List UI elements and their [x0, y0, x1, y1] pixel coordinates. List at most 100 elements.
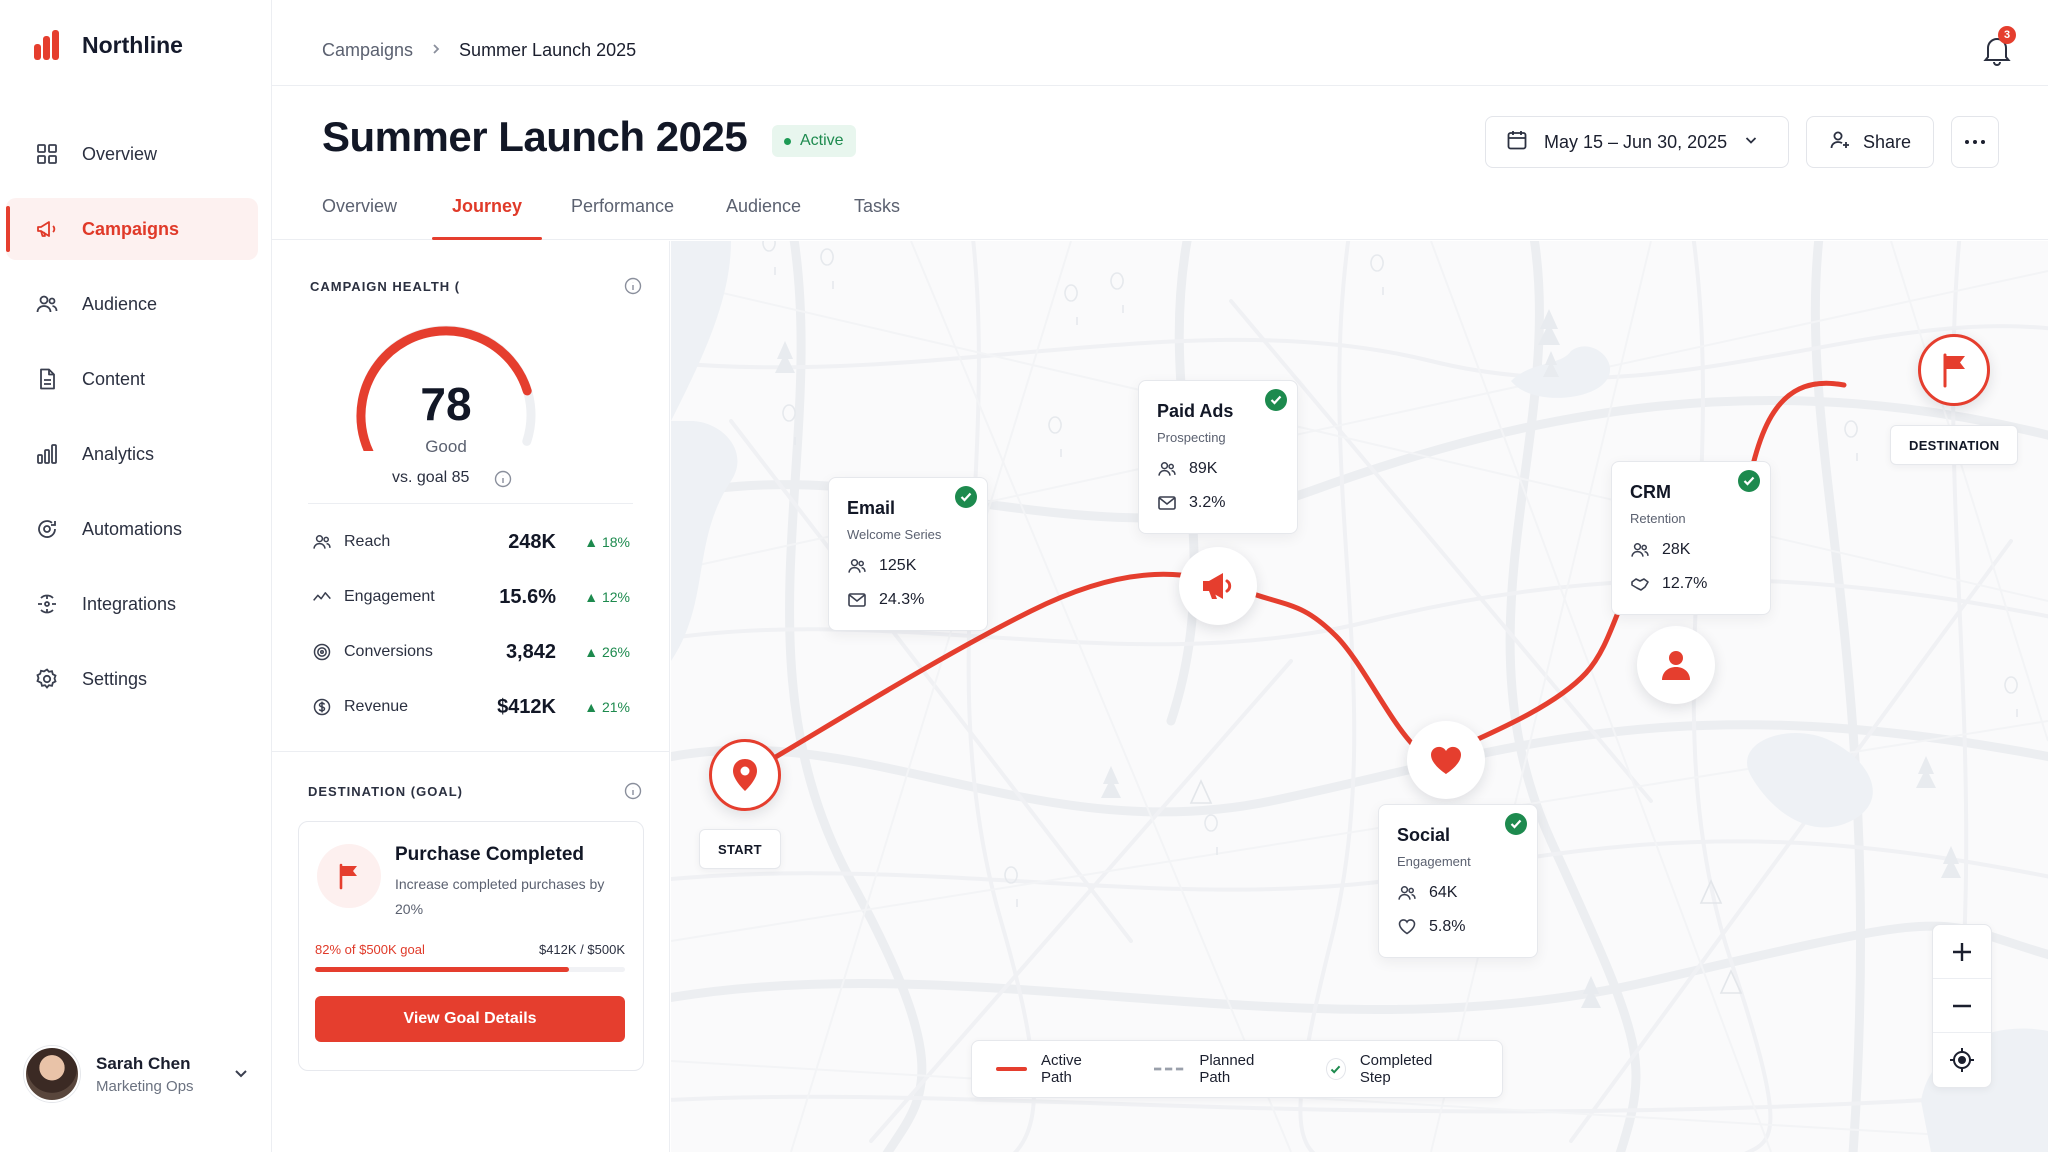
- goal-card: Purchase Completed Increase completed pu…: [298, 821, 644, 1071]
- chevron-down-icon[interactable]: [232, 1064, 250, 1087]
- step-rate-value: 3.2%: [1189, 494, 1226, 511]
- sidebar-item-label: Integrations: [82, 593, 177, 614]
- flag-icon: [1943, 353, 1965, 388]
- divider: [272, 751, 669, 752]
- users-icon: [847, 556, 867, 576]
- info-icon[interactable]: [624, 277, 642, 295]
- journey-map[interactable]: START DESTINATION Email Welcome Series 1…: [671, 241, 2048, 1152]
- more-dot: [1965, 140, 1969, 144]
- social-node[interactable]: [1407, 721, 1485, 799]
- sidebar-item-overview[interactable]: Overview: [6, 123, 258, 185]
- notifications-button[interactable]: 3: [1982, 26, 2018, 66]
- step-card-crm[interactable]: CRM Retention 28K 12.7%: [1611, 461, 1771, 615]
- user-menu[interactable]: Sarah Chen Marketing Ops: [24, 1046, 254, 1102]
- campaign-tabs: Overview Journey Performance Audience Ta…: [272, 186, 2048, 240]
- sidebar-item-analytics[interactable]: Analytics: [6, 423, 258, 485]
- chevron-down-icon: [1743, 132, 1759, 153]
- goal-amount: $412K / $500K: [538, 942, 625, 957]
- sidebar-item-label: Audience: [82, 293, 158, 314]
- metric-delta: ▲ 21%: [584, 699, 630, 715]
- metric-delta-value: 26%: [601, 644, 630, 660]
- minus-icon: [1953, 1004, 1971, 1007]
- divider: [308, 503, 633, 504]
- notification-count-badge: 3: [1998, 26, 2016, 44]
- sidebar-item-automations[interactable]: Automations: [6, 498, 258, 560]
- step-subtitle: Engagement: [1397, 854, 1471, 869]
- metric-delta: ▲ 18%: [584, 534, 630, 550]
- breadcrumb-campaigns[interactable]: Campaigns: [322, 40, 413, 61]
- metric-delta: ▲ 26%: [584, 644, 630, 660]
- mail-icon: [847, 590, 867, 610]
- sidebar-item-content[interactable]: Content: [6, 348, 258, 410]
- status-badge: Active: [772, 125, 856, 157]
- view-goal-details-button[interactable]: View Goal Details: [315, 996, 625, 1042]
- paid-ads-node[interactable]: [1179, 547, 1257, 625]
- heart-icon: [1397, 917, 1417, 937]
- health-score: 78: [420, 378, 472, 430]
- legend-completed-step: Completed Step: [1325, 1052, 1458, 1086]
- flag-icon: [317, 844, 381, 908]
- users-icon: [1630, 540, 1650, 560]
- destination-node[interactable]: [1918, 334, 1990, 406]
- step-reach: 28K: [1630, 540, 1752, 560]
- check-icon: [955, 486, 977, 508]
- date-range-picker[interactable]: May 15 – Jun 30, 2025: [1485, 116, 1789, 168]
- metric-delta-value: 18%: [601, 534, 630, 550]
- info-icon[interactable]: [624, 782, 642, 800]
- start-node[interactable]: [709, 739, 781, 811]
- tab-overview[interactable]: Overview: [322, 196, 397, 240]
- step-reach-value: 64K: [1429, 884, 1458, 901]
- dollar-icon: [310, 695, 334, 719]
- info-icon[interactable]: [494, 470, 512, 488]
- tab-journey[interactable]: Journey: [431, 196, 543, 240]
- health-goal-text: vs. goal 85: [392, 469, 470, 486]
- share-label: Share: [1863, 131, 1912, 152]
- zoom-out-button[interactable]: [1933, 979, 1991, 1033]
- check-icon: [1325, 1058, 1346, 1080]
- crm-node[interactable]: [1637, 626, 1715, 704]
- check-icon: [1738, 470, 1760, 492]
- step-subtitle: Prospecting: [1157, 430, 1226, 445]
- sidebar-item-label: Campaigns: [82, 218, 180, 239]
- sidebar-item-audience[interactable]: Audience: [6, 273, 258, 335]
- top-bar: Campaigns Summer Launch 2025 3: [272, 0, 2048, 86]
- check-icon: [1505, 813, 1527, 835]
- recenter-button[interactable]: [1933, 1033, 1991, 1087]
- share-button[interactable]: Share: [1806, 116, 1934, 168]
- activity-icon: [310, 585, 334, 609]
- tab-audience[interactable]: Audience: [726, 196, 801, 240]
- integrations-icon: [34, 591, 60, 617]
- automation-icon: [34, 516, 60, 542]
- map-zoom-controls: [1932, 924, 1992, 1088]
- metric-value: 248K: [508, 530, 556, 553]
- metric-revenue: Revenue $412K ▲ 21%: [310, 692, 630, 722]
- step-card-email[interactable]: Email Welcome Series 125K 24.3%: [828, 477, 988, 631]
- step-card-paid-ads[interactable]: Paid Ads Prospecting 89K 3.2%: [1138, 380, 1298, 534]
- start-label: START: [699, 829, 781, 869]
- more-options-button[interactable]: [1951, 116, 1999, 168]
- sidebar-item-integrations[interactable]: Integrations: [6, 573, 258, 635]
- legend-active-path: Active Path: [996, 1052, 1110, 1086]
- map-legend: Active Path Planned Path Completed Step: [971, 1040, 1503, 1098]
- bar-chart-icon: [34, 441, 60, 467]
- users-icon: [1157, 459, 1177, 479]
- sidebar-item-campaigns[interactable]: Campaigns: [6, 198, 258, 260]
- check-icon: [1265, 389, 1287, 411]
- user-name: Sarah Chen: [96, 1053, 191, 1073]
- tab-performance[interactable]: Performance: [571, 196, 674, 240]
- megaphone-icon: [34, 216, 60, 242]
- campaign-health-panel: CAMPAIGN HEALTH ( 78 Good vs. goal 85 Re…: [272, 241, 670, 1152]
- calendar-icon: [1506, 129, 1528, 156]
- campaign-health-title: CAMPAIGN HEALTH (: [310, 279, 461, 294]
- step-reach-value: 28K: [1662, 541, 1691, 558]
- legend-label: Active Path: [1041, 1052, 1082, 1086]
- zoom-in-button[interactable]: [1933, 925, 1991, 979]
- grid-icon: [34, 141, 60, 167]
- sidebar-item-settings[interactable]: Settings: [6, 648, 258, 710]
- step-card-social[interactable]: Social Engagement 64K 5.8%: [1378, 804, 1538, 958]
- step-reach-value: 125K: [879, 557, 917, 574]
- brand[interactable]: Northline: [34, 30, 183, 60]
- tab-tasks[interactable]: Tasks: [854, 196, 900, 240]
- brand-name: Northline: [82, 31, 183, 58]
- sidebar-item-label: Settings: [82, 668, 148, 689]
